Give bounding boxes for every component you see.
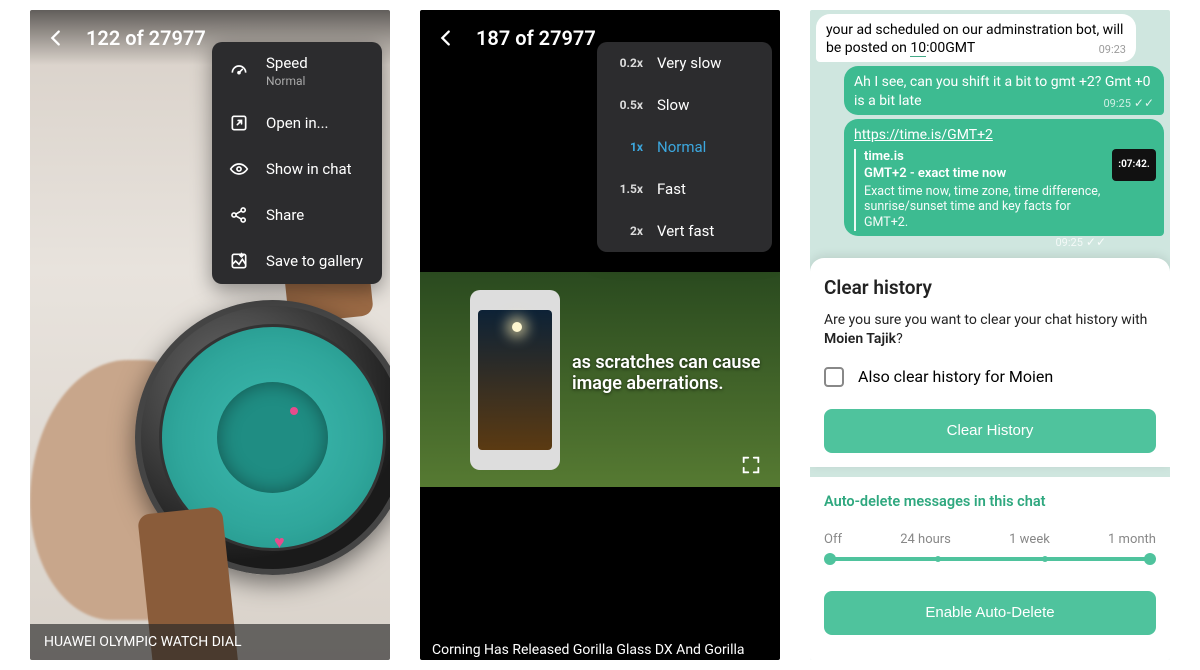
back-icon[interactable]	[44, 26, 68, 50]
message-url[interactable]: https://time.is/GMT+2	[854, 127, 993, 143]
fullscreen-icon[interactable]	[740, 454, 762, 476]
menu-open-in[interactable]: Open in...	[212, 100, 382, 146]
media-counter-2: 187 of 27977	[476, 26, 596, 50]
media-viewer-panel-1: ♥ 122 of 27977 Speed Normal Open in...	[30, 10, 390, 660]
open-in-icon	[228, 112, 250, 134]
media-options-menu: Speed Normal Open in... Show in chat Sha…	[212, 42, 382, 284]
sheet-prompt: Are you sure you want to clear your chat…	[824, 311, 1156, 349]
read-ticks-icon: ✓✓	[1086, 235, 1106, 249]
speed-very-slow[interactable]: 0.2x Very slow	[597, 42, 772, 84]
media-caption-2: Corning Has Released Gorilla Glass DX An…	[420, 642, 780, 660]
slider-tick-1m[interactable]	[1144, 553, 1156, 565]
read-ticks-icon: ✓✓	[1134, 96, 1154, 110]
menu-speed[interactable]: Speed Normal	[212, 42, 382, 100]
menu-share[interactable]: Share	[212, 192, 382, 238]
share-icon	[228, 204, 250, 226]
video-overlay-text: as scratches can cause image aberrations…	[572, 352, 762, 394]
media-viewer-panel-2: 187 of 27977 0.2x Very slow 0.5x Slow 1x…	[420, 10, 780, 660]
media-caption: HUAWEI OLYMPIC WATCH DIAL	[30, 624, 390, 660]
speed-slow[interactable]: 0.5x Slow	[597, 84, 772, 126]
menu-save-to-gallery[interactable]: Save to gallery	[212, 238, 382, 284]
auto-delete-section: Auto-delete messages in this chat Off 24…	[810, 477, 1170, 660]
slider-tick-1w[interactable]	[1042, 556, 1048, 562]
msg-time: 09:25✓✓	[1055, 235, 1106, 251]
sheet-title: Clear history	[824, 276, 1156, 299]
link-thumbnail: :07:42.	[1112, 149, 1156, 181]
clear-history-button[interactable]: Clear History	[824, 409, 1156, 453]
chat-panel: your ad scheduled on our adminstration b…	[810, 10, 1170, 660]
video-controls	[420, 440, 780, 490]
enable-auto-delete-button[interactable]: Enable Auto-Delete	[824, 591, 1156, 635]
menu-show-in-chat-label: Show in chat	[266, 160, 352, 178]
eye-icon	[228, 158, 250, 180]
chat-area: your ad scheduled on our adminstration b…	[810, 10, 1170, 258]
checkbox-icon[interactable]	[824, 367, 844, 387]
media-counter: 122 of 27977	[86, 26, 206, 50]
outgoing-message-2[interactable]: https://time.is/GMT+2 time.is GMT+2 - ex…	[844, 119, 1164, 236]
outgoing-message-1[interactable]: Ah I see, can you shift it a bit to gmt …	[844, 66, 1164, 114]
slider-tick-off[interactable]	[824, 553, 836, 565]
auto-delete-title: Auto-delete messages in this chat	[824, 493, 1156, 510]
back-icon[interactable]	[434, 26, 458, 50]
link-preview[interactable]: time.is GMT+2 - exact time now Exact tim…	[854, 149, 1106, 231]
clear-history-sheet: Clear history Are you sure you want to c…	[810, 258, 1170, 467]
save-image-icon	[228, 250, 250, 272]
checkbox-label: Also clear history for Moien	[858, 367, 1053, 386]
also-clear-checkbox-row[interactable]: Also clear history for Moien	[824, 367, 1156, 387]
menu-show-in-chat[interactable]: Show in chat	[212, 146, 382, 192]
speed-normal[interactable]: 1x Normal	[597, 126, 772, 168]
menu-speed-label: Speed	[266, 54, 308, 72]
msg-time: 09:25✓✓	[1103, 96, 1154, 112]
speedometer-icon	[228, 60, 250, 82]
slider-labels: Off 24 hours 1 week 1 month	[824, 532, 1156, 547]
speed-menu: 0.2x Very slow 0.5x Slow 1x Normal 1.5x …	[597, 42, 772, 252]
menu-open-in-label: Open in...	[266, 114, 329, 132]
speed-fast[interactable]: 1.5x Fast	[597, 168, 772, 210]
slider-tick-24h[interactable]	[935, 556, 941, 562]
menu-share-label: Share	[266, 206, 304, 224]
auto-delete-slider[interactable]	[828, 557, 1152, 561]
msg-time: 09:23	[1099, 43, 1126, 57]
menu-save-label: Save to gallery	[266, 252, 363, 270]
speed-very-fast[interactable]: 2x Vert fast	[597, 210, 772, 252]
menu-speed-sub: Normal	[266, 74, 308, 88]
incoming-message[interactable]: your ad scheduled on our adminstration b…	[816, 14, 1136, 62]
